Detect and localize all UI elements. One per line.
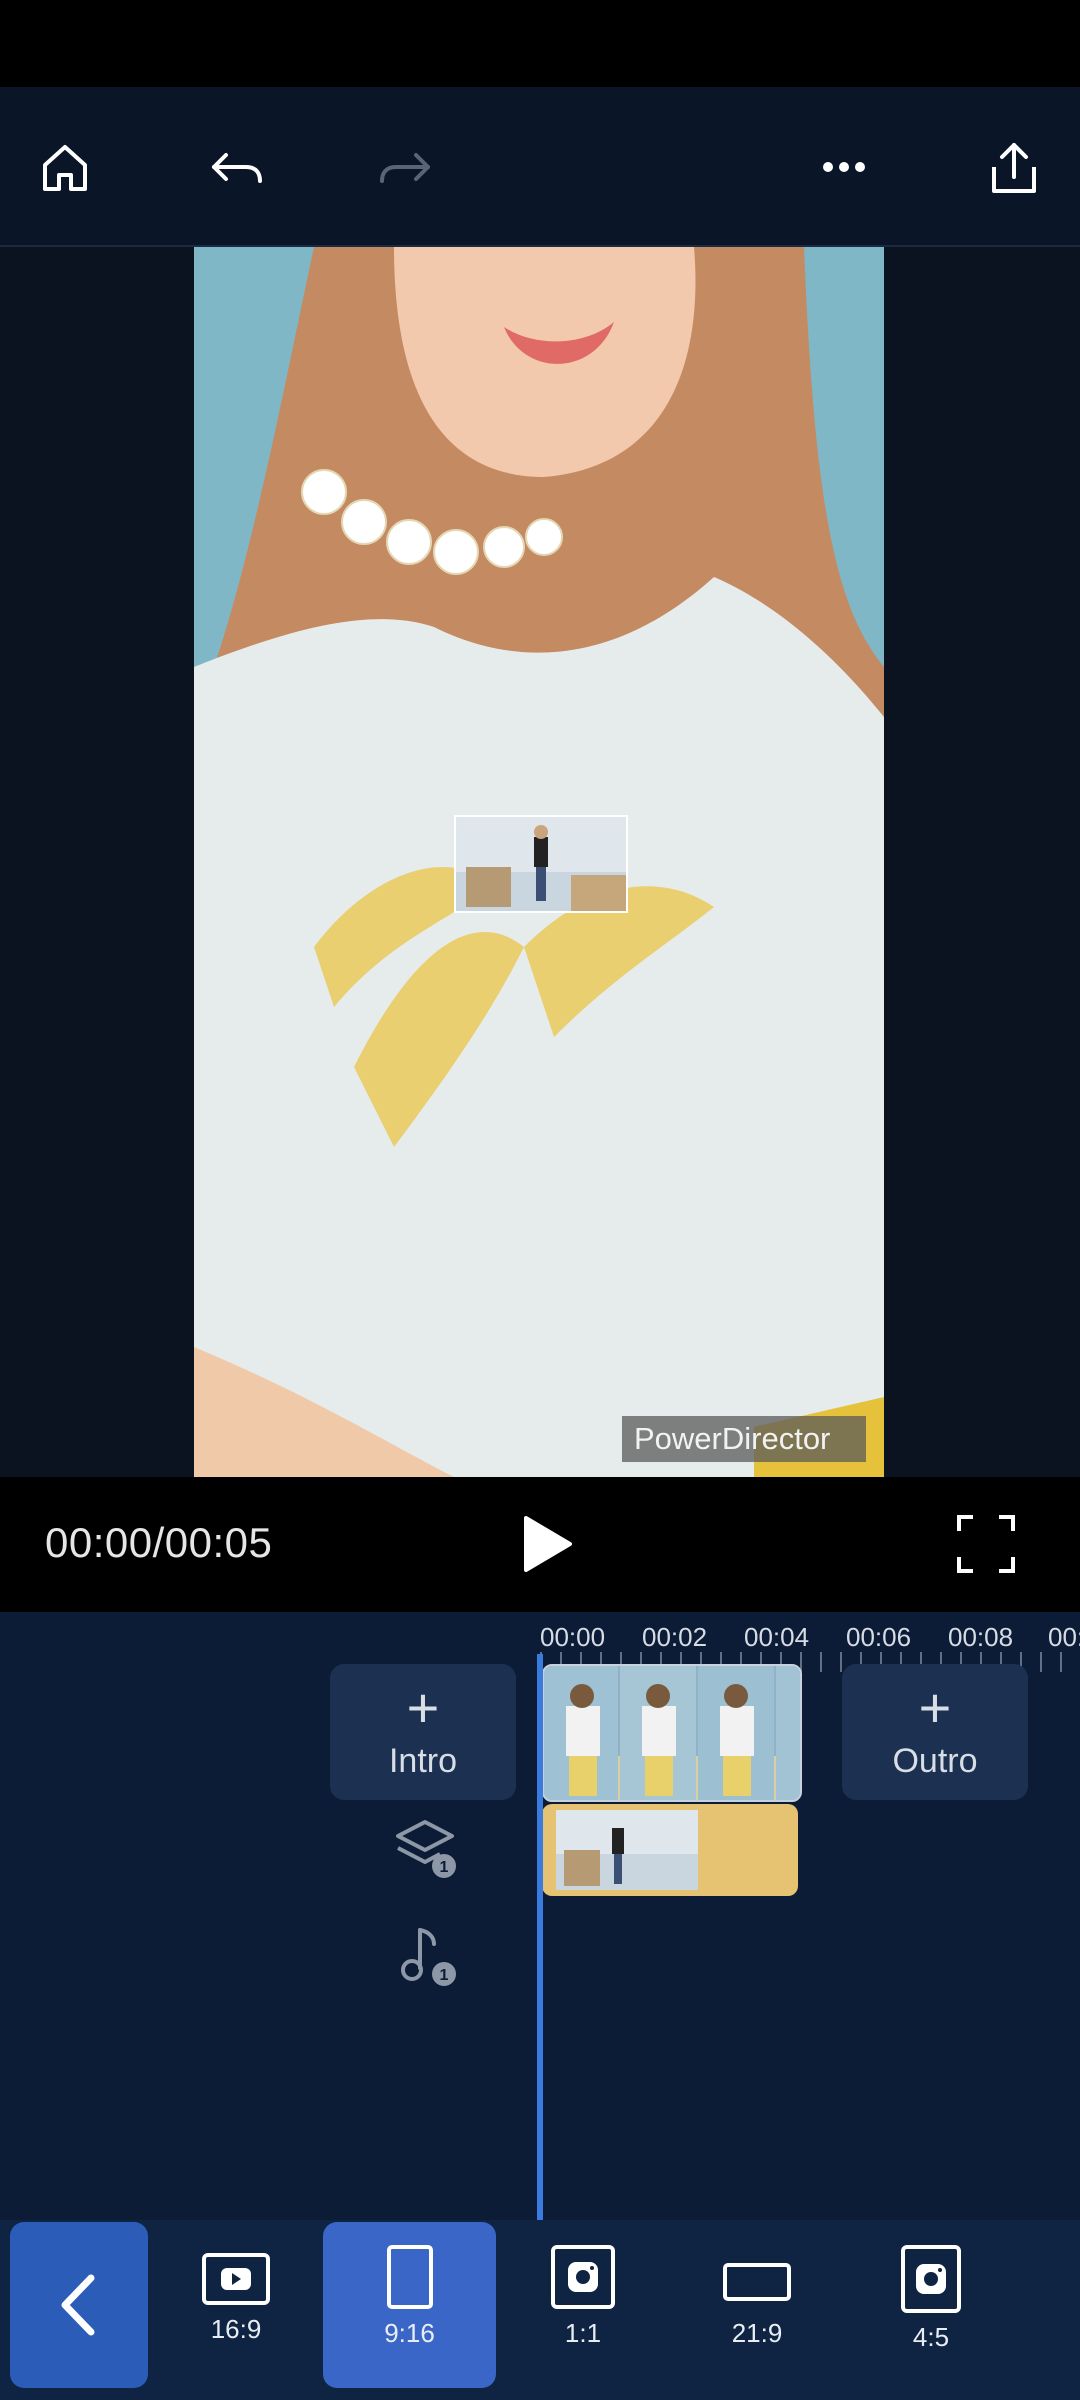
overlay-clip[interactable] [542,1804,798,1896]
top-toolbar [0,87,1080,247]
add-intro-button[interactable]: + Intro [330,1664,516,1800]
instagram-icon [551,2245,615,2309]
back-button[interactable] [10,2222,148,2388]
play-icon[interactable] [512,1510,580,1578]
ratio-label: 1:1 [564,2318,602,2348]
ratio-label: 16:9 [210,2314,262,2344]
timeline[interactable]: 00:00 00:02 00:04 00:06 00:08 00: + Intr… [0,1612,1080,2220]
playback-controls: 00:00/00:05 [0,1477,1080,1612]
ruler-tick: 00: [1048,1622,1080,1652]
video-preview[interactable]: PowerDirector [0,247,1080,1477]
preview-frame: PowerDirector [194,247,884,1477]
video-clip[interactable] [542,1664,802,1802]
add-outro-button[interactable]: + Outro [842,1664,1028,1800]
timecode: 00:00/00:05 [45,1519,273,1566]
music-count: 1 [440,1967,449,1984]
more-button[interactable] [804,127,884,207]
ratio-9-16-button[interactable]: 9:16 [323,2222,496,2388]
share-icon [992,143,1036,193]
ratio-16-9-button[interactable]: 16:9 [163,2222,309,2388]
ratio-21-9-button[interactable]: 21:9 [684,2222,830,2388]
music-icon[interactable]: 1 [390,1920,460,1990]
outro-label: Outro [892,1742,978,1780]
home-button[interactable] [25,127,105,207]
ratio-label: 21:9 [731,2318,783,2348]
more-icon [823,162,865,172]
ruler-tick: 00:08 [948,1622,1014,1652]
ratio-label: 9:16 [384,2318,435,2348]
youtube-icon [202,2253,270,2305]
layers-icon[interactable]: 1 [390,1814,460,1884]
ratio-label: 4:5 [912,2322,950,2352]
share-button[interactable] [974,127,1054,207]
overlay-pip[interactable] [454,815,628,913]
portrait-frame-icon [386,2245,433,2309]
redo-icon [380,153,430,183]
ruler-tick: 00:04 [744,1622,810,1652]
home-icon [43,145,87,191]
ratio-4-5-button[interactable]: 4:5 [858,2222,1004,2388]
layer-count: 1 [440,1859,449,1876]
aspect-ratio-bar: 16:9 9:16 1:1 21:9 4:5 [0,2220,1080,2400]
chevron-left-icon [61,2274,95,2336]
widescreen-frame-icon [723,2263,791,2301]
ratio-1-1-button[interactable]: 1:1 [510,2222,656,2388]
overlay-image [456,817,626,911]
playhead[interactable] [537,1654,543,2220]
ruler-tick: 00:06 [846,1622,912,1652]
fullscreen-icon[interactable] [955,1513,1017,1575]
clip-thumbnails [544,1666,800,1800]
ruler-tick: 00:00 [540,1622,606,1652]
overlay-thumbnail [556,1810,698,1890]
plus-icon: + [406,1676,440,1739]
instagram-portrait-icon [901,2245,961,2313]
intro-label: Intro [388,1742,458,1780]
redo-button[interactable] [366,127,446,207]
ruler-tick: 00:02 [642,1622,708,1652]
undo-icon [212,153,262,183]
plus-icon: + [918,1676,952,1739]
undo-button[interactable] [196,127,276,207]
status-bar [0,0,1080,87]
watermark: PowerDirector [622,1416,866,1462]
